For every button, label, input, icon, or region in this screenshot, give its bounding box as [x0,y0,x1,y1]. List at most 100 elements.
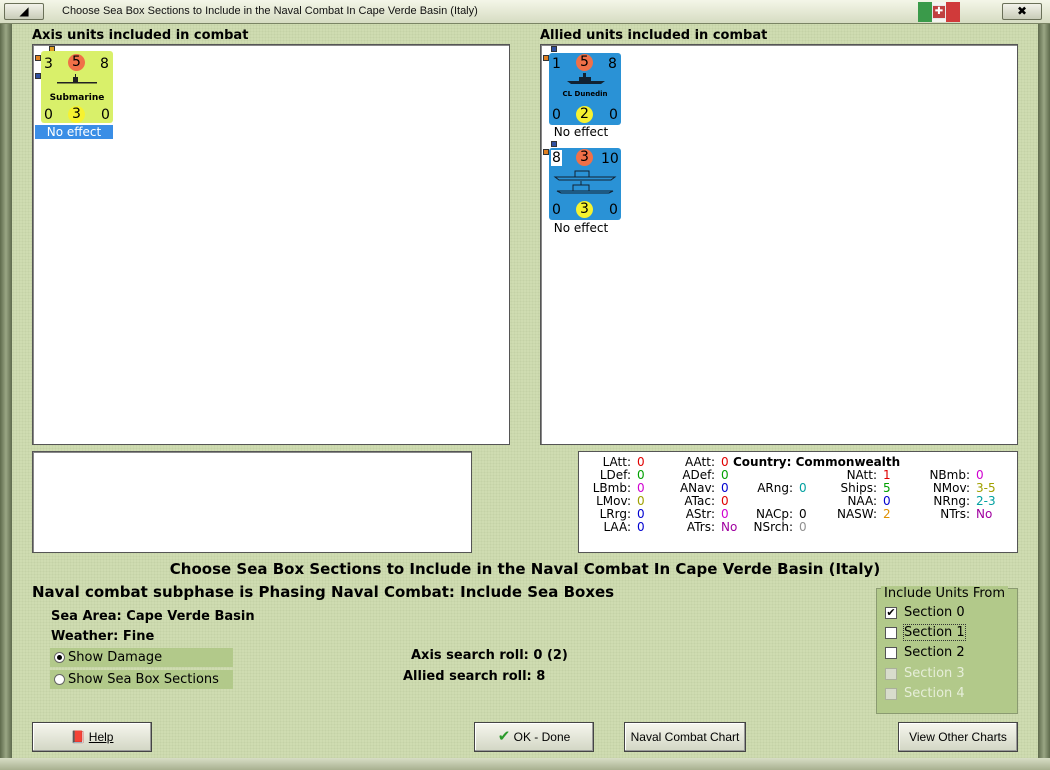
weather-label: Weather: Fine [51,629,155,644]
include-units-title: Include Units From [881,586,1009,601]
unit-name: Submarine [49,93,105,103]
section-2-checkbox[interactable]: Section 2 [885,644,965,662]
system-menu-button[interactable]: ◢ [4,3,44,20]
section-1-checkbox[interactable]: Section 1 [885,624,966,642]
stat-key: NASW: [836,507,877,521]
unit-range: 8 [100,56,109,72]
subphase-label: Naval combat subphase is Phasing Naval C… [32,583,615,601]
axis-search-roll: Axis search roll: 0 (2) [411,648,568,663]
checkbox-disabled-icon [885,668,897,680]
check-icon: ✔ [497,728,511,745]
savoy-crest-icon: ✚ [932,5,946,19]
sea-area-label: Sea Area: Cape Verde Basin [51,609,255,624]
unit-value-bc: 2 [576,106,593,123]
checkbox-label: Section 4 [904,686,965,701]
other-charts-label: View Other Charts [909,730,1007,744]
submarine-icon [57,74,97,84]
show-sea-box-sections-radio[interactable]: Show Sea Box Sections [50,670,233,689]
stat-value: No [721,520,738,534]
unit-circle-value: 5 [68,54,85,71]
unit-details-panel [32,451,472,553]
allied-units-label: Allied units included in combat [540,28,768,43]
unit-name: CL Dunedin [562,90,608,98]
stat-value: 0 [799,520,807,534]
unit-stats-panel: Country: Commonwealth LAtt: 0 LDef: 0 LBmb: 0… [578,451,1018,553]
country-value: Commonwealth [795,455,901,469]
checkbox-icon[interactable] [885,647,897,659]
unit-range: 10 [601,151,619,167]
stat-key: ATrs: [686,520,715,534]
section-0-checkbox[interactable]: ✔ Section 0 [885,604,965,622]
radio-selected-icon[interactable] [54,652,65,663]
allied-search-roll: Allied search roll: 8 [403,669,546,684]
stat-key: NTrs: [940,507,970,521]
allied-units-panel[interactable]: 1 5 8 CL Dunedin 0 2 0 No effect 8 3 10 [540,44,1018,445]
stat-value: 0 [799,481,807,495]
unit-range: 8 [608,56,617,72]
window-title: Choose Sea Box Sections to Include in th… [62,5,478,17]
help-button[interactable]: 📕 Help [32,722,152,752]
unit-attack: 8 [551,150,562,166]
unit-value-br: 0 [101,107,110,123]
view-other-charts-button[interactable]: View Other Charts [898,722,1018,752]
unit-attack: 1 [552,56,561,72]
checkbox-label: Section 3 [904,666,965,681]
sea-area-value: Cape Verde Basin [126,609,255,624]
unit-value-br: 0 [609,107,618,123]
unit-marker-icon [551,46,557,52]
stat-key: LAA: [603,520,631,534]
section-3-checkbox: Section 3 [885,665,965,683]
allied-unit-counter-battleship[interactable]: 8 3 10 0 3 0 [549,148,621,220]
battleship-icon [553,170,617,194]
unit-effect-label: No effect [553,221,609,235]
close-button[interactable]: ✖ [1002,3,1042,20]
stat-value: 0 [637,520,645,534]
dialog-body: Axis units included in combat 3 5 8 Subm… [12,24,1038,758]
unit-circle-value: 5 [576,54,593,71]
unit-value-bc: 3 [68,106,85,123]
stat-value: 2 [883,507,891,521]
status-strip [0,758,1050,770]
unit-value-br: 0 [609,202,618,218]
checkbox-label: Section 2 [904,645,965,660]
checkbox-disabled-icon [885,688,897,700]
ok-done-button[interactable]: ✔ OK - Done [474,722,594,752]
checkbox-icon[interactable] [885,627,897,639]
unit-attack: 3 [44,56,53,72]
page-heading: Choose Sea Box Sections to Include in th… [169,560,881,578]
window-frame-left [0,24,12,758]
checkbox-label: Section 0 [904,605,965,620]
axis-unit-counter-submarine[interactable]: 3 5 8 Submarine 0 3 0 [41,51,113,123]
unit-circle-value: 3 [576,149,593,166]
allied-unit-counter-cl-dunedin[interactable]: 1 5 8 CL Dunedin 0 2 0 [549,53,621,125]
cruiser-icon [567,73,605,84]
stat-key: NSrch: [753,520,793,534]
unit-value-bl: 0 [44,107,53,123]
window-frame-right [1038,24,1050,758]
chart-label: Naval Combat Chart [630,730,740,744]
unit-value-bl: 0 [552,107,561,123]
checkbox-label: Section 1 [903,624,966,641]
unit-value-bc: 3 [576,201,593,218]
unit-effect-label: No effect [553,125,609,139]
unit-marker-icon [551,141,557,147]
show-damage-radio[interactable]: Show Damage [50,648,233,667]
title-bar: ◢ Choose Sea Box Sections to Include in … [0,0,1050,24]
unit-value-bl: 0 [552,202,561,218]
axis-units-label: Axis units included in combat [32,28,249,43]
radio-label: Show Damage [68,650,163,665]
stat-key: ARng: [757,481,793,495]
weather-value: Fine [122,629,155,644]
naval-combat-chart-button[interactable]: Naval Combat Chart [624,722,746,752]
book-icon: 📕 [70,730,86,744]
axis-units-panel[interactable]: 3 5 8 Submarine 0 3 0 No effect [32,44,510,445]
radio-unselected-icon[interactable] [54,674,65,685]
checkbox-checked-icon[interactable]: ✔ [885,607,897,619]
section-4-checkbox: Section 4 [885,685,965,703]
ok-label: OK - Done [513,730,571,744]
radio-label: Show Sea Box Sections [68,672,219,687]
include-units-group: Include Units From ✔ Section 0 Section 1 … [876,586,1018,714]
unit-effect-label: No effect [35,125,113,139]
stat-value: No [976,507,993,521]
help-label: Help [88,730,114,744]
